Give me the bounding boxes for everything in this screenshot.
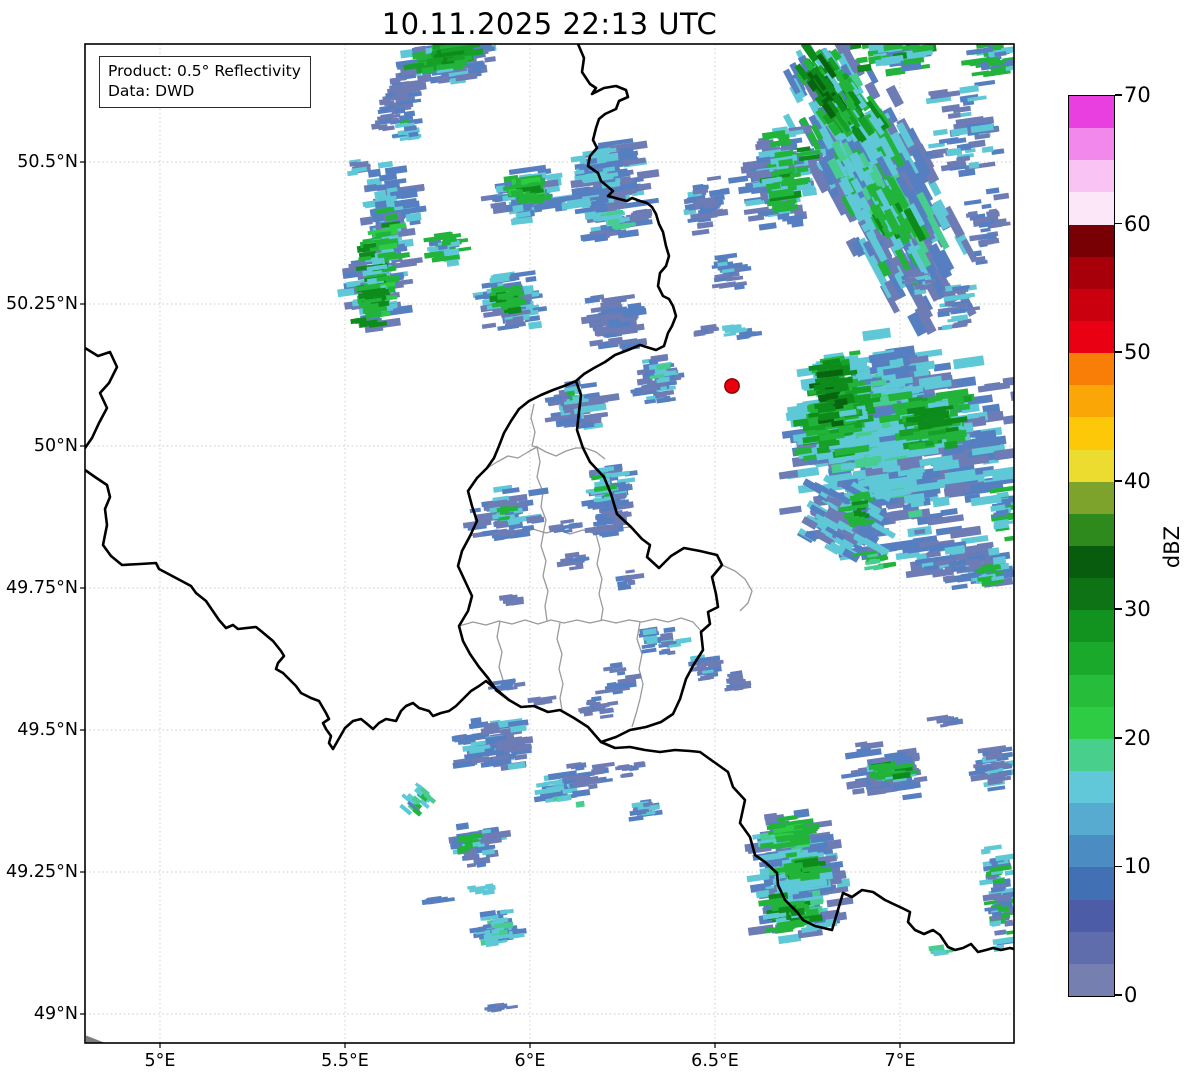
colorbar-segment xyxy=(1069,256,1114,289)
colorbar-segment xyxy=(1069,288,1114,321)
colorbar-segment xyxy=(1069,931,1114,964)
colorbar-segment xyxy=(1069,513,1114,546)
colorbar-tick-mark xyxy=(1115,994,1122,996)
colorbar-segment xyxy=(1069,385,1114,418)
x-tick-label: 5.5°E xyxy=(321,1051,369,1071)
colorbar-tick-mark xyxy=(1115,479,1122,482)
x-tick-label: 7°E xyxy=(884,1051,916,1071)
colorbar-tick-mark xyxy=(1115,94,1122,96)
colorbar-segment xyxy=(1069,674,1114,707)
colorbar-tick-label: 60 xyxy=(1124,211,1151,236)
x-tick-label: 5°E xyxy=(144,1051,176,1071)
figure: 10.11.2025 22:13 UTC Product: 0.5° Refle… xyxy=(0,0,1202,1081)
colorbar-segment xyxy=(1069,320,1114,354)
colorbar-tick-mark xyxy=(1115,865,1122,868)
radar-location-marker xyxy=(724,378,740,394)
colorbar-segment xyxy=(1069,963,1114,996)
colorbar-tick-mark xyxy=(1115,222,1122,225)
colorbar-segment xyxy=(1069,738,1114,771)
y-tick-label: 49°N xyxy=(33,1004,78,1024)
y-tick-label: 50.5°N xyxy=(17,152,78,172)
x-tick-label: 6°E xyxy=(514,1051,546,1071)
colorbar-tick-label: 50 xyxy=(1124,340,1151,365)
colorbar-segment xyxy=(1069,417,1114,450)
y-tick-label: 49.25°N xyxy=(6,862,78,882)
colorbar-segment xyxy=(1069,224,1114,257)
y-tick-label: 50.25°N xyxy=(6,294,78,314)
colorbar-segment xyxy=(1069,770,1114,804)
colorbar xyxy=(1068,95,1115,997)
colorbar-segment xyxy=(1069,545,1114,579)
colorbar-tick-label: 10 xyxy=(1124,854,1151,879)
colorbar-segment xyxy=(1069,128,1114,161)
colorbar-segment xyxy=(1069,803,1114,836)
colorbar-tick-label: 0 xyxy=(1124,983,1138,1007)
colorbar-gradient xyxy=(1069,96,1114,996)
map-canvas xyxy=(80,43,1015,1048)
y-tick-label: 49.5°N xyxy=(17,720,78,740)
y-tick-label: 50°N xyxy=(33,436,78,456)
colorbar-segment xyxy=(1069,899,1114,932)
colorbar-tick-mark xyxy=(1115,737,1122,739)
corner-patch xyxy=(86,1035,104,1043)
colorbar-segment xyxy=(1069,481,1114,514)
colorbar-tick-label: 20 xyxy=(1124,725,1151,750)
colorbar-segment xyxy=(1069,578,1114,611)
colorbar-tick-mark xyxy=(1115,608,1122,611)
info-box-source: Data: DWD xyxy=(108,82,195,101)
colorbar-segment xyxy=(1069,610,1114,643)
colorbar-segment xyxy=(1069,160,1114,193)
colorbar-segment xyxy=(1069,96,1114,129)
x-tick-label: 6.5°E xyxy=(691,1051,739,1071)
colorbar-label: dBZ xyxy=(1160,525,1184,569)
colorbar-segment xyxy=(1069,867,1114,900)
radar-echoes xyxy=(337,44,1014,1013)
colorbar-tick-label: 30 xyxy=(1124,597,1151,622)
colorbar-tick-mark xyxy=(1115,351,1122,353)
colorbar-segment xyxy=(1069,449,1114,482)
info-box-product: Product: 0.5° Reflectivity xyxy=(108,62,301,80)
colorbar-segment xyxy=(1069,642,1114,675)
colorbar-segment xyxy=(1069,353,1114,386)
colorbar-tick-label: 70 xyxy=(1124,83,1151,107)
colorbar-segment xyxy=(1069,192,1114,225)
info-box: Product: 0.5° Reflectivity Data: DWD xyxy=(99,56,311,108)
y-tick-label: 49.75°N xyxy=(6,578,78,598)
colorbar-segment xyxy=(1069,706,1114,739)
colorbar-tick-label: 40 xyxy=(1124,468,1151,493)
colorbar-segment xyxy=(1069,835,1114,868)
